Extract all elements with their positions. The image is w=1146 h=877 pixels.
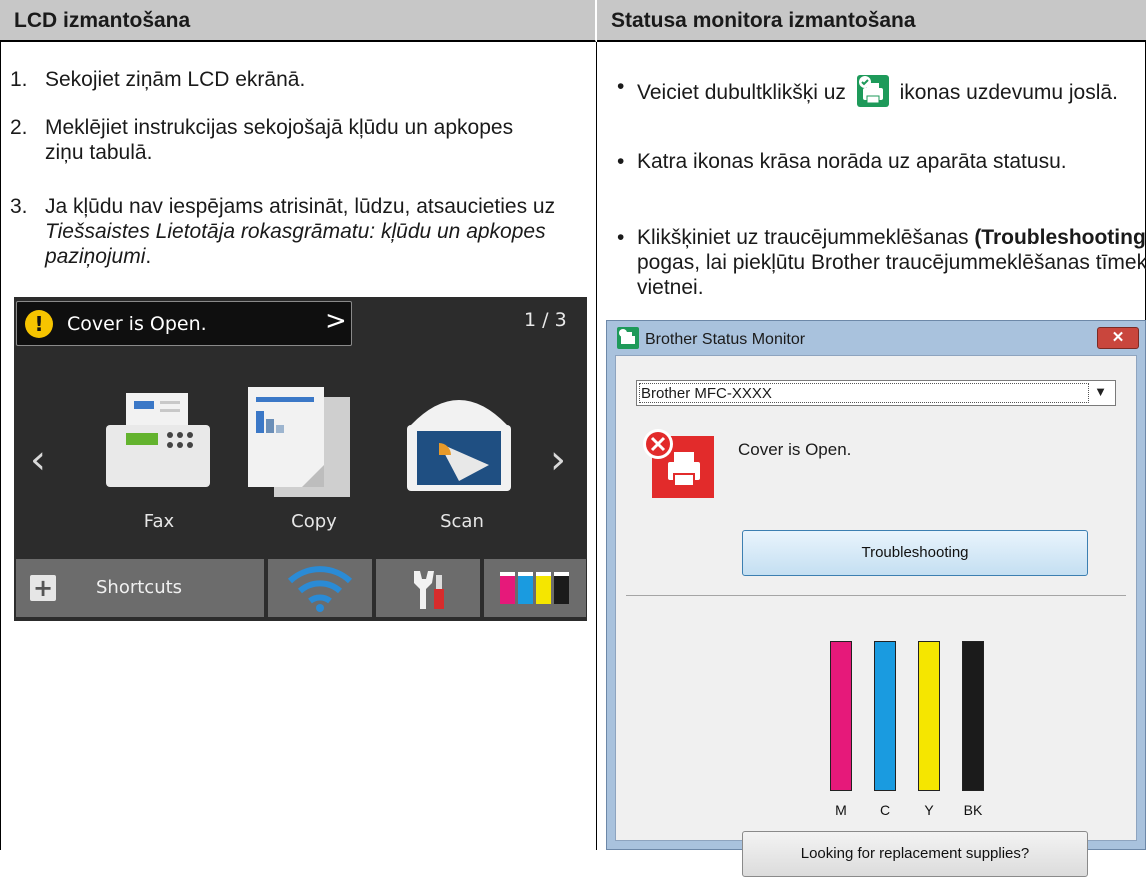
table-border-left: [0, 42, 1, 850]
plus-icon: +: [30, 575, 56, 601]
bullet-text: Katra ikonas krāsa norāda uz aparāta sta…: [637, 150, 1067, 173]
bullet-text: Klikšķiniet uz traucējummeklēšanas (Trou…: [637, 225, 1146, 300]
step-number: 2.: [10, 116, 28, 139]
chevron-right-icon: >: [325, 306, 347, 336]
troubleshooting-button[interactable]: Troubleshooting: [742, 530, 1088, 576]
manual-reference: Tiešsaistes Lietotāja rokasgrāmatu: kļūd…: [45, 220, 546, 268]
troubleshooting-term: (Troubleshooting): [974, 226, 1146, 249]
bullet-text-start: Veiciet dubultklikšķi uz: [637, 81, 852, 104]
lcd-error-message[interactable]: ! Cover is Open. >: [16, 301, 352, 346]
scan-icon: [407, 400, 511, 491]
ink-bar-cyan: [874, 641, 896, 791]
copy-icon: [248, 387, 350, 497]
right-column-header: Statusa monitora izmantošana: [597, 0, 1146, 42]
scan-button[interactable]: [399, 385, 519, 495]
shortcuts-label: Shortcuts: [96, 577, 183, 598]
status-text: Cover is Open.: [738, 440, 852, 459]
bullet-text-start: Klikšķiniet uz traucējummeklēšanas: [637, 226, 975, 249]
bullet-dot: •: [617, 226, 625, 249]
wifi-icon: [287, 566, 353, 612]
lcd-screen: ! Cover is Open. > 1 / 3 ‹ › Fax Copy Sc…: [14, 297, 587, 621]
shortcuts-button[interactable]: + Shortcuts: [16, 559, 264, 617]
lcd-message-text: Cover is Open.: [67, 313, 207, 335]
status-monitor-app-icon: [617, 327, 639, 349]
ink-label-yellow: Y: [924, 802, 934, 818]
lcd-page-indicator: 1 / 3: [524, 309, 567, 331]
close-button[interactable]: ✕: [1097, 327, 1139, 349]
step-text: Sekojiet ziņām LCD ekrānā.: [45, 68, 306, 91]
copy-button[interactable]: [244, 385, 354, 505]
settings-button[interactable]: [376, 559, 480, 617]
wifi-button[interactable]: [268, 559, 372, 617]
status-monitor-window: Brother Status Monitor ✕ Brother MFC-XXX…: [606, 320, 1146, 877]
bullet-dot: •: [617, 150, 625, 173]
bullet-text-end: pogas, lai piekļūtu Brother traucējummek…: [637, 251, 1146, 299]
warning-icon: !: [25, 310, 53, 338]
printer-select-value: Brother MFC-XXXX: [641, 385, 772, 402]
step-number: 3.: [10, 195, 28, 218]
ink-button[interactable]: [484, 559, 586, 617]
printer-select[interactable]: Brother MFC-XXXX ▼: [636, 380, 1116, 406]
status-monitor-tray-icon: [856, 74, 890, 108]
bullet-text: Veiciet dubultklikšķi uz ikonas uzdevumu…: [637, 74, 1146, 108]
close-icon: ✕: [1111, 329, 1125, 346]
lcd-bottom-bar: + Shortcuts: [14, 559, 587, 619]
ink-bar-magenta: [830, 641, 852, 791]
status-monitor-body: Brother MFC-XXXX ▼ Cover is Open. Troubl…: [615, 355, 1137, 877]
fax-label: Fax: [143, 511, 175, 532]
bullet-text-end: ikonas uzdevumu joslā.: [893, 81, 1118, 104]
tools-icon: [414, 571, 444, 609]
dropdown-arrow-icon: ▼: [1094, 384, 1107, 399]
chevron-right-icon[interactable]: ›: [550, 437, 566, 483]
ink-bar-yellow: [918, 641, 940, 791]
fax-icon: [106, 393, 210, 487]
step-text-plain: Ja kļūdu nav iespējams atrisināt, lūdzu,…: [45, 195, 556, 218]
ink-label-black: BK: [963, 802, 983, 818]
ink-label-cyan: C: [879, 802, 891, 818]
divider: [626, 595, 1126, 596]
chevron-left-icon[interactable]: ‹: [30, 437, 46, 483]
scan-label: Scan: [440, 511, 484, 532]
step-text: Ja kļūdu nav iespējams atrisināt, lūdzu,…: [45, 194, 565, 269]
page: LCD izmantošana Statusa monitora izmanto…: [0, 0, 1146, 877]
copy-label: Copy: [291, 511, 337, 532]
table-divider: [596, 42, 597, 850]
fax-button[interactable]: [104, 387, 214, 497]
window-title: Brother Status Monitor: [645, 331, 806, 348]
replacement-supplies-button[interactable]: Looking for replacement supplies?: [742, 831, 1088, 877]
ink-label-magenta: M: [835, 802, 847, 818]
left-column-header: LCD izmantošana: [0, 0, 596, 42]
bullet-dot: •: [617, 75, 625, 98]
step-number: 1.: [10, 68, 28, 91]
printer-error-icon: [638, 422, 718, 502]
ink-levels-icon: [500, 572, 569, 604]
step-text-end: .: [145, 245, 152, 268]
ink-bar-black: [962, 641, 984, 791]
step-text: Meklējiet instrukcijas sekojošajā kļūdu …: [45, 116, 514, 164]
